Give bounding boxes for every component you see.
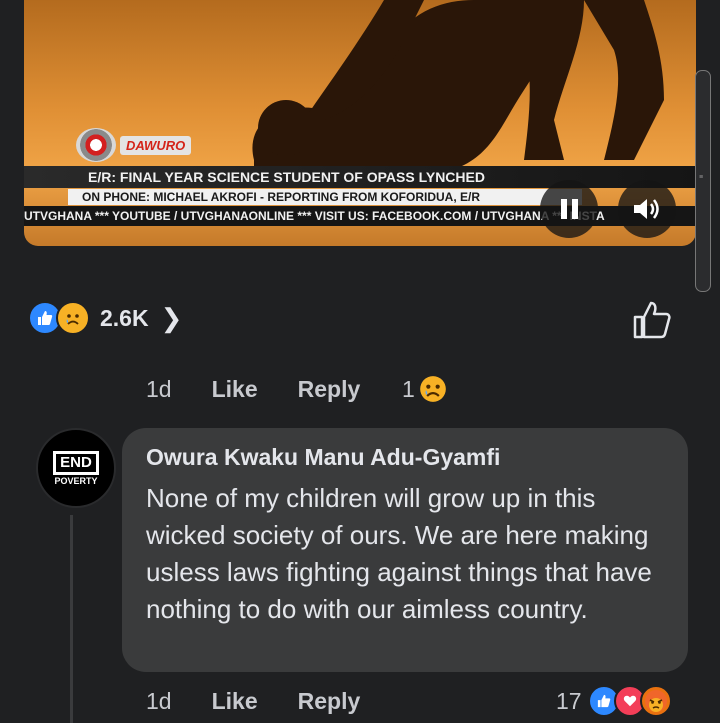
comment-reactions-1[interactable]: 1 xyxy=(402,374,447,404)
comment-author[interactable]: Owura Kwaku Manu Adu-Gyamfi xyxy=(146,444,500,471)
video-player[interactable]: DAWURO E/R: FINAL YEAR SCIENCE STUDENT O… xyxy=(24,0,696,246)
avatar[interactable]: END POVERTY xyxy=(36,428,116,508)
avatar-end-text: END xyxy=(53,450,99,475)
like-outline-icon[interactable] xyxy=(630,298,674,342)
sad-icon xyxy=(419,376,446,402)
logo-text: DAWURO xyxy=(120,135,192,155)
comment-bubble[interactable]: Owura Kwaku Manu Adu-Gyamfi None of my c… xyxy=(122,428,688,672)
like-button[interactable]: Like xyxy=(212,376,258,403)
app-window: DAWURO E/R: FINAL YEAR SCIENCE STUDENT O… xyxy=(0,0,720,723)
angry-icon xyxy=(639,685,672,717)
comment-time: 1d xyxy=(146,687,172,714)
reaction-count: 1 xyxy=(402,375,415,402)
volume-icon xyxy=(634,199,659,219)
chevron-right-icon: ❯ xyxy=(160,302,183,333)
reply-button[interactable]: Reply xyxy=(298,688,361,715)
reply-button[interactable]: Reply xyxy=(298,376,361,403)
avatar-poverty-text: POVERTY xyxy=(54,475,98,486)
comment-actions-1: 1d Like Reply xyxy=(146,374,360,404)
thread-line xyxy=(70,515,73,723)
comment-actions-2: 1d Like Reply xyxy=(146,686,360,716)
reaction-count: 17 xyxy=(556,687,582,714)
post-reactions-summary[interactable]: 2.6K ❯ xyxy=(28,296,182,340)
pause-icon xyxy=(560,199,578,219)
sad-icon xyxy=(56,301,90,335)
pause-button[interactable] xyxy=(540,180,598,238)
volume-button[interactable] xyxy=(618,180,676,238)
ticker-headline: E/R: FINAL YEAR SCIENCE STUDENT OF OPASS… xyxy=(24,166,696,188)
comment-reactions-2[interactable]: 17 xyxy=(556,684,672,718)
scrollbar-grip-icon: ≡ xyxy=(699,174,704,181)
comment-time: 1d xyxy=(146,375,172,402)
channel-logo: DAWURO xyxy=(76,128,192,162)
comment-text: None of my children will grow up in this… xyxy=(146,483,652,624)
ticker-subline: ON PHONE: MICHAEL AKROFI - REPORTING FRO… xyxy=(68,189,582,205)
like-button[interactable]: Like xyxy=(212,688,258,715)
reaction-count: 2.6K xyxy=(100,304,149,331)
logo-emblem xyxy=(76,128,116,162)
